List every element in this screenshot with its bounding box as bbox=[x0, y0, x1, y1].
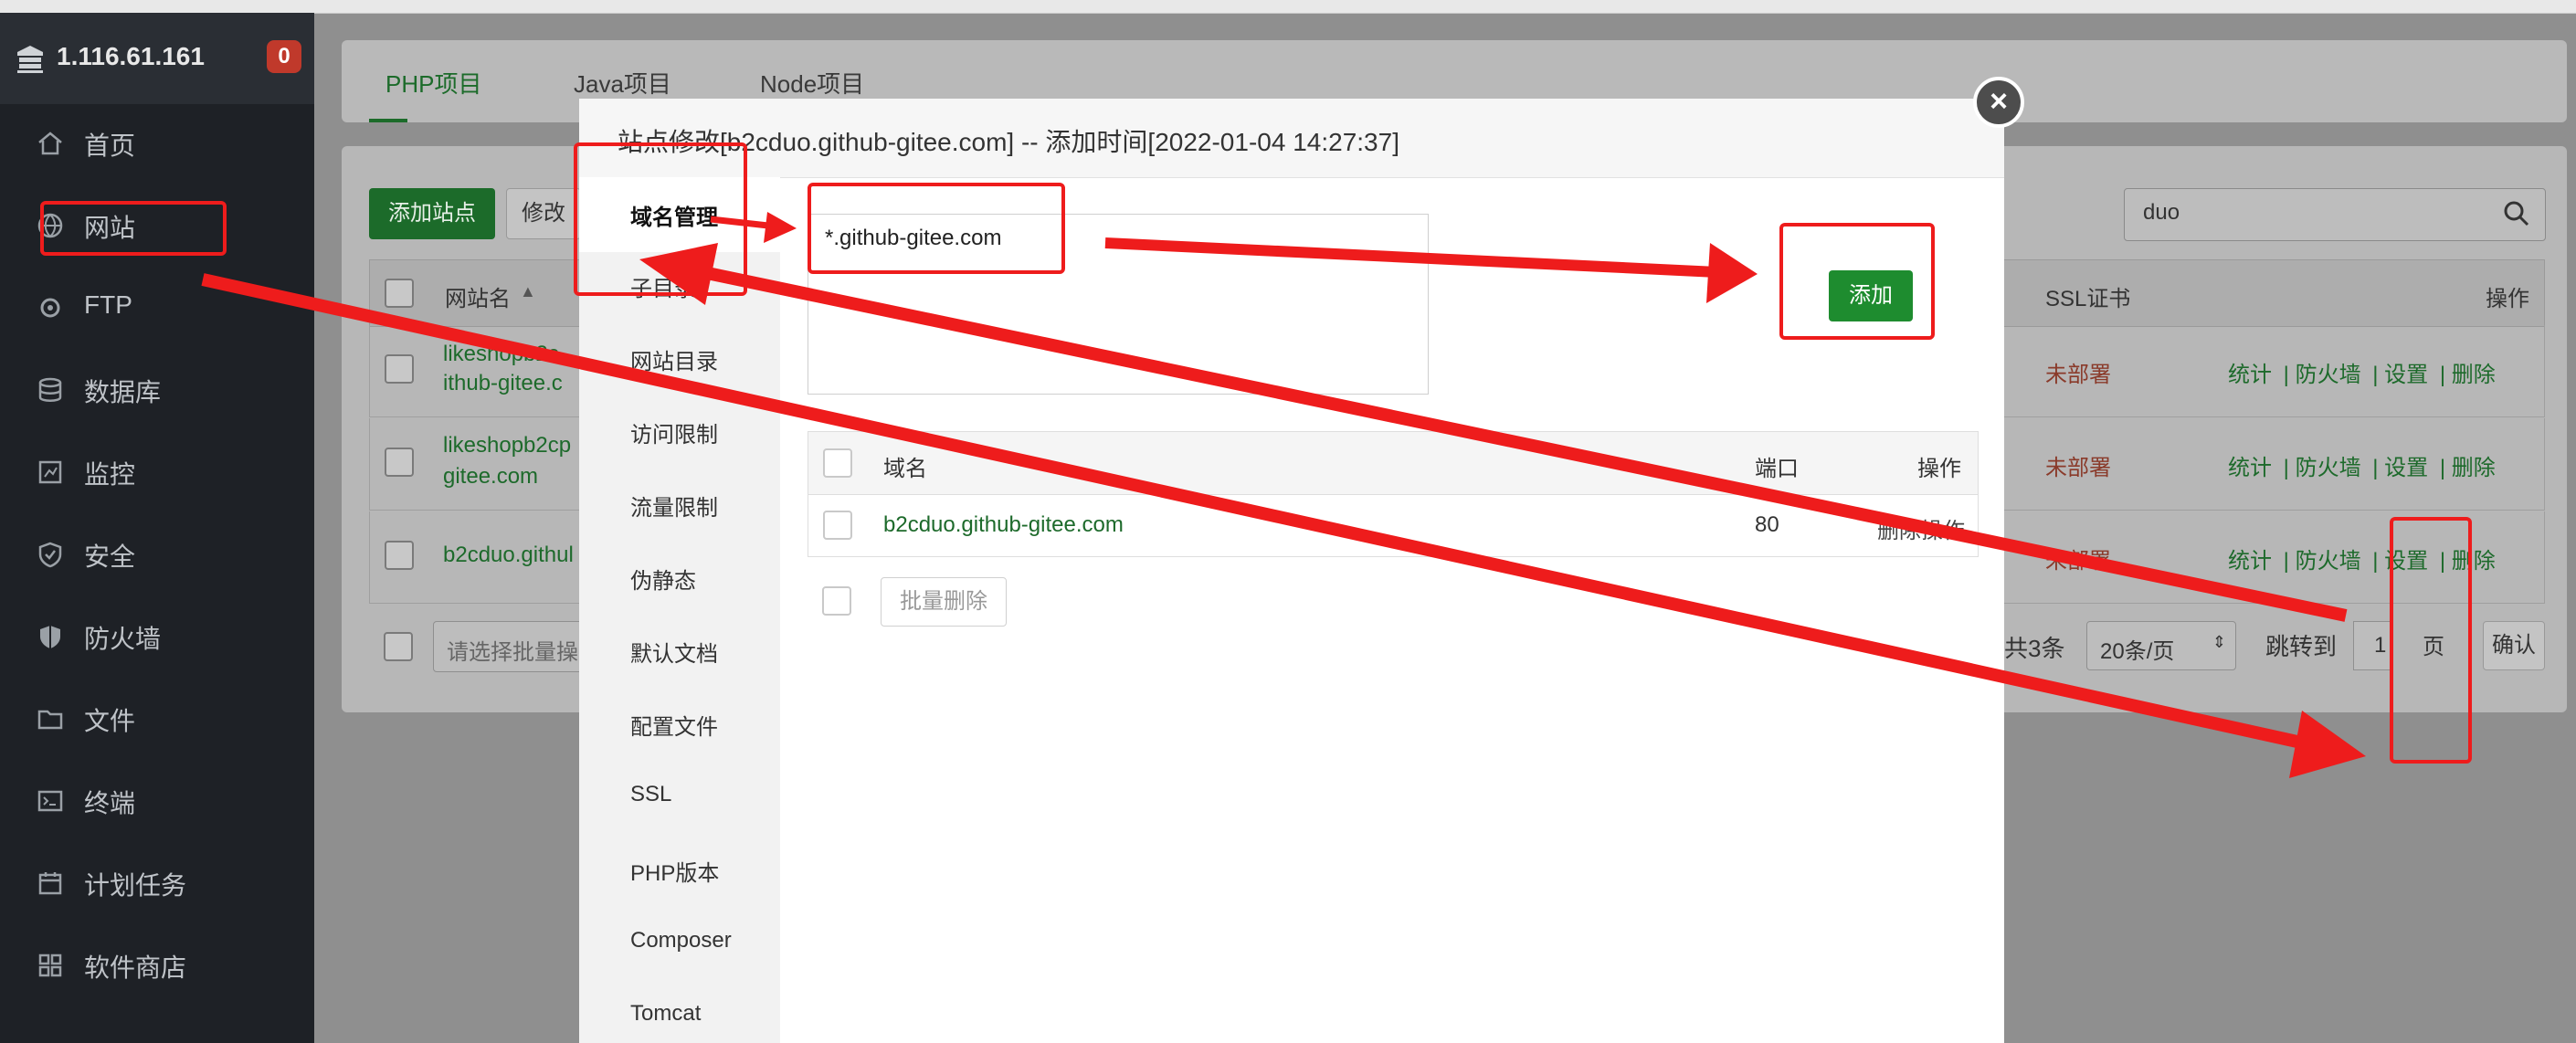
annotation-arrowhead bbox=[639, 243, 718, 305]
annotation-arrowhead bbox=[1706, 243, 1758, 303]
annotation-arrow bbox=[1104, 237, 1718, 278]
annotation-arrow bbox=[201, 273, 2340, 757]
annotation-arrows bbox=[201, 212, 2366, 778]
annotation-arrowhead bbox=[764, 212, 797, 243]
annotation-arrowhead bbox=[2289, 711, 2366, 778]
